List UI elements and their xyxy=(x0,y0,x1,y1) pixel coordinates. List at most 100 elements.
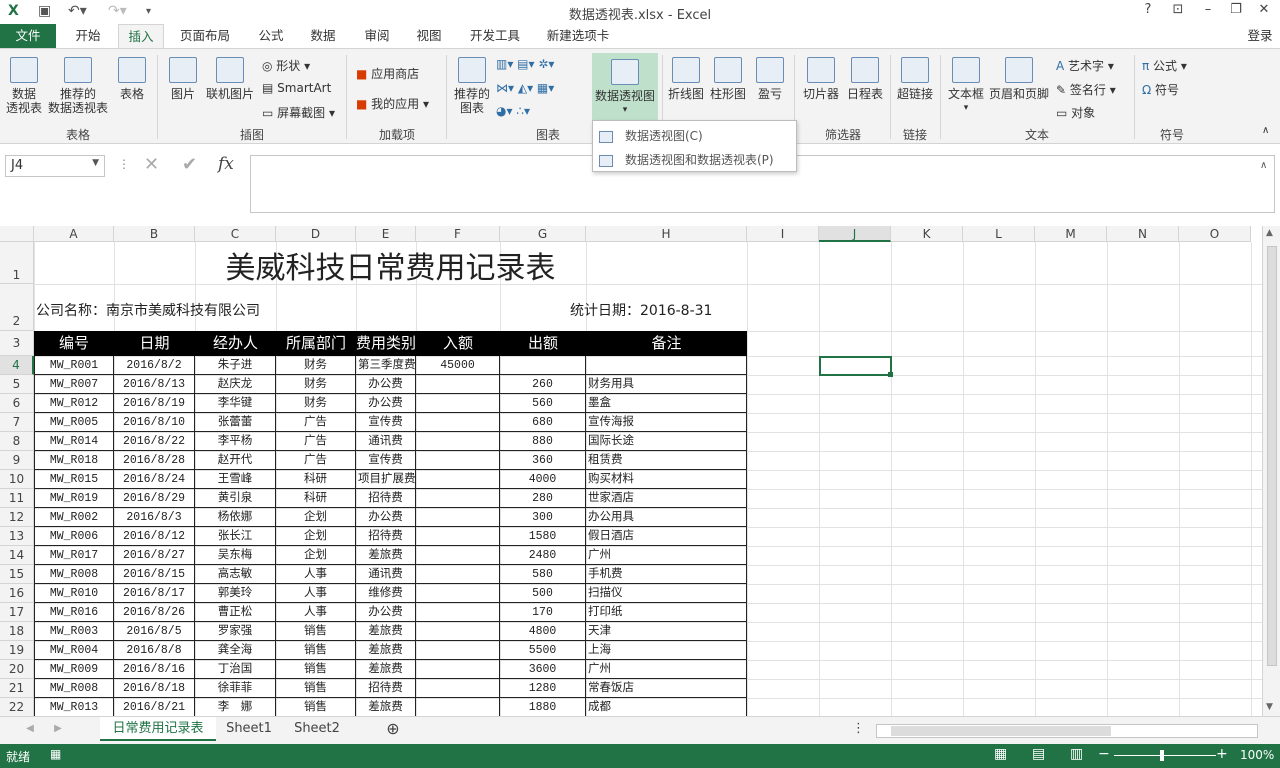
company-name[interactable]: 公司名称：南京市美威科技有限公司 xyxy=(36,300,260,320)
table-cell[interactable]: 2480 xyxy=(500,546,586,565)
table-cell[interactable] xyxy=(416,603,500,622)
table-cell[interactable]: 李 娜 xyxy=(195,698,276,716)
table-header-cell[interactable]: 出额 xyxy=(500,331,586,356)
table-cell[interactable] xyxy=(416,641,500,660)
column-header[interactable]: I xyxy=(747,226,819,242)
table-cell[interactable]: 王雪峰 xyxy=(195,470,276,489)
table-cell[interactable]: MW_R019 xyxy=(34,489,114,508)
table-cell[interactable]: 郭美玲 xyxy=(195,584,276,603)
table-cell[interactable]: 880 xyxy=(500,432,586,451)
table-cell[interactable]: 广告 xyxy=(276,432,356,451)
tab-insert[interactable]: 插入 xyxy=(118,24,164,48)
tab-new[interactable]: 新建选项卡 xyxy=(540,24,616,48)
menu-item-pivot-chart-and-table[interactable]: 数据透视图和数据透视表(P) xyxy=(599,151,774,168)
screenshot-button[interactable]: ▭ 屏幕截图 ▾ xyxy=(262,104,335,121)
table-header-cell[interactable]: 入额 xyxy=(416,331,500,356)
table-cell[interactable]: 宣传费 xyxy=(356,451,416,470)
table-cell[interactable] xyxy=(416,622,500,641)
table-cell[interactable]: 科研 xyxy=(276,470,356,489)
row-header[interactable]: 15 xyxy=(0,565,34,584)
table-cell[interactable]: 杨依娜 xyxy=(195,508,276,527)
table-cell[interactable]: MW_R017 xyxy=(34,546,114,565)
column-header[interactable]: L xyxy=(963,226,1035,242)
table-cell[interactable]: 广州 xyxy=(586,546,747,565)
column-header[interactable]: B xyxy=(114,226,195,242)
table-cell[interactable]: 常春饭店 xyxy=(586,679,747,698)
zoom-slider-thumb[interactable] xyxy=(1160,750,1164,761)
horizontal-scroll-thumb[interactable] xyxy=(891,726,1111,736)
table-cell[interactable]: 2016/8/2 xyxy=(114,356,195,375)
table-cell[interactable] xyxy=(416,527,500,546)
table-cell[interactable]: MW_R002 xyxy=(34,508,114,527)
table-cell[interactable]: 打印纸 xyxy=(586,603,747,622)
row-header[interactable]: 2 xyxy=(0,284,34,331)
row-header[interactable]: 19 xyxy=(0,641,34,660)
table-cell[interactable]: MW_R010 xyxy=(34,584,114,603)
textbox-button[interactable]: 文本框 ▾ xyxy=(944,51,988,115)
row-header[interactable]: 13 xyxy=(0,527,34,546)
table-cell[interactable]: 销售 xyxy=(276,622,356,641)
table-cell[interactable]: 曹正松 xyxy=(195,603,276,622)
table-cell[interactable]: 通讯费 xyxy=(356,565,416,584)
table-cell[interactable]: 招待费 xyxy=(356,527,416,546)
select-all-corner[interactable] xyxy=(0,226,34,242)
row-header[interactable]: 20 xyxy=(0,660,34,679)
restore-icon[interactable]: ❐ xyxy=(1222,2,1250,17)
symbol-button[interactable]: Ω 符号 xyxy=(1142,81,1179,98)
column-header[interactable]: E xyxy=(356,226,416,242)
row-header[interactable]: 22 xyxy=(0,698,34,716)
table-cell[interactable]: 销售 xyxy=(276,698,356,716)
table-cell[interactable]: 1880 xyxy=(500,698,586,716)
column-chart-button[interactable]: ▥▾ ▤▾ ✲▾ xyxy=(496,57,554,71)
table-cell[interactable]: 170 xyxy=(500,603,586,622)
ribbon-display-icon[interactable]: ⊡ xyxy=(1164,2,1192,17)
table-header-cell[interactable]: 日期 xyxy=(114,331,195,356)
table-cell[interactable]: 高志敏 xyxy=(195,565,276,584)
smartart-button[interactable]: ▤ SmartArt xyxy=(262,81,331,95)
table-cell[interactable]: 世家酒店 xyxy=(586,489,747,508)
table-cell[interactable] xyxy=(416,565,500,584)
vertical-scrollbar[interactable]: ▲ ▼ xyxy=(1262,226,1280,716)
table-cell[interactable]: 2016/8/12 xyxy=(114,527,195,546)
page-layout-view-icon[interactable]: ▤ xyxy=(1032,746,1045,762)
table-cell[interactable]: 2016/8/29 xyxy=(114,489,195,508)
table-cell[interactable]: 300 xyxy=(500,508,586,527)
table-cell[interactable]: 销售 xyxy=(276,641,356,660)
table-header-cell[interactable]: 经办人 xyxy=(195,331,276,356)
table-cell[interactable]: MW_R013 xyxy=(34,698,114,716)
page-break-view-icon[interactable]: ▥ xyxy=(1070,746,1083,762)
table-cell[interactable]: 2016/8/19 xyxy=(114,394,195,413)
table-cell[interactable]: 45000 xyxy=(416,356,500,375)
table-cell[interactable]: 办公费 xyxy=(356,375,416,394)
table-cell[interactable]: 2016/8/24 xyxy=(114,470,195,489)
table-cell[interactable]: 人事 xyxy=(276,565,356,584)
zoom-out-icon[interactable]: − xyxy=(1098,746,1110,762)
table-cell[interactable] xyxy=(416,470,500,489)
collapse-ribbon-icon[interactable]: ∧ xyxy=(1262,125,1269,136)
row-header[interactable]: 12 xyxy=(0,508,34,527)
table-cell[interactable]: MW_R001 xyxy=(34,356,114,375)
table-cell[interactable] xyxy=(416,584,500,603)
header-footer-button[interactable]: 页眉和页脚 xyxy=(988,51,1050,101)
close-icon[interactable]: ✕ xyxy=(1250,2,1278,17)
table-cell[interactable]: 4000 xyxy=(500,470,586,489)
table-cell[interactable]: 财务 xyxy=(276,375,356,394)
table-cell[interactable]: 办公费 xyxy=(356,394,416,413)
table-cell[interactable]: MW_R008 xyxy=(34,679,114,698)
row-header[interactable]: 4 xyxy=(0,356,34,375)
help-button[interactable]: ? xyxy=(1134,2,1162,17)
horizontal-scrollbar[interactable] xyxy=(876,724,1258,738)
table-header-cell[interactable]: 备注 xyxy=(586,331,747,356)
table-cell[interactable] xyxy=(416,660,500,679)
table-cell[interactable]: 2016/8/16 xyxy=(114,660,195,679)
menu-item-pivot-chart[interactable]: 数据透视图(C) xyxy=(599,127,703,144)
table-cell[interactable]: 2016/8/13 xyxy=(114,375,195,394)
recommended-charts-button[interactable]: 推荐的 图表 xyxy=(452,51,492,115)
sparkline-line-button[interactable]: 折线图 xyxy=(666,51,706,101)
prev-sheet-icon[interactable]: ◀ xyxy=(22,717,38,741)
tab-developer[interactable]: 开发工具 xyxy=(462,24,528,48)
table-cell[interactable]: 580 xyxy=(500,565,586,584)
table-cell[interactable]: 龚全海 xyxy=(195,641,276,660)
table-cell[interactable]: 维修费 xyxy=(356,584,416,603)
row-header[interactable]: 7 xyxy=(0,413,34,432)
